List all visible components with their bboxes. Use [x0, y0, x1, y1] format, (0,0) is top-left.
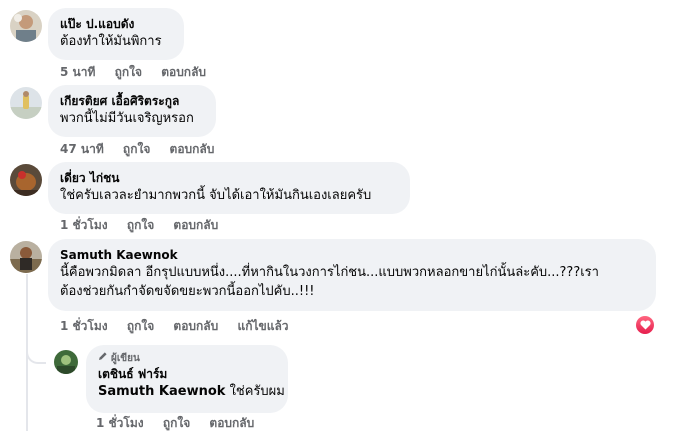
like-button[interactable]: ถูกใจ	[163, 416, 190, 430]
comment-time[interactable]: 47 นาที	[60, 142, 104, 156]
reply-button[interactable]: ตอบกลับ	[173, 218, 218, 232]
pencil-icon	[98, 351, 108, 366]
comment-author[interactable]: แป๊ะ ป.แอบดัง	[60, 16, 172, 32]
like-button[interactable]: ถูกใจ	[115, 65, 142, 79]
edited-label[interactable]: แก้ไขแล้ว	[237, 319, 288, 333]
reply-actions: 1 ชั่วโมง ถูกใจ ตอบกลับ	[96, 415, 269, 431]
reply-bubble: ผู้เขียน เตชินธ์ ฟาร์ม Samuth Kaewnok ใช…	[86, 345, 288, 413]
comment-bubble: เดี่ยว ไก่ชน ใช่ครับเลวละยำมากพวกนี้ จับ…	[48, 162, 410, 214]
reply-author[interactable]: เตชินธ์ ฟาร์ม	[98, 366, 276, 382]
comment-text: ใช่ครับเลวละยำมากพวกนี้ จับได้เอาให้มันก…	[60, 188, 372, 203]
comment-bubble: เกียรติยศ เอื้อศิริตระกูล พวกนี้ไม่มีวัน…	[48, 85, 216, 137]
like-button[interactable]: ถูกใจ	[123, 142, 150, 156]
comment-time[interactable]: 5 นาที	[60, 65, 95, 79]
like-button[interactable]: ถูกใจ	[127, 218, 154, 232]
avatar[interactable]	[10, 87, 42, 119]
comment-bubble: แป๊ะ ป.แอบดัง ต้องทำให้มันพิการ	[48, 8, 184, 60]
comment-text: ต้องทำให้มันพิการ	[60, 34, 162, 49]
reply-button[interactable]: ตอบกลับ	[170, 142, 215, 156]
comment-actions: 47 นาที ถูกใจ ตอบกลับ	[60, 141, 229, 157]
comment-time[interactable]: 1 ชั่วโมง	[60, 319, 108, 333]
reply-button[interactable]: ตอบกลับ	[161, 65, 206, 79]
comment-text-line: ต้องช่วยกันกำจัดขจัดขยะพวกนี้ออกไปคับ..!…	[60, 284, 315, 299]
comment-actions: 5 นาที ถูกใจ ตอบกลับ	[60, 64, 221, 80]
avatar[interactable]	[10, 164, 42, 196]
author-badge-label: ผู้เขียน	[111, 352, 140, 364]
comment-author[interactable]: เดี่ยว ไก่ชน	[60, 170, 398, 186]
comment-text-line: นี้คือพวกมิดลา อีกรุปแบบหนึ่ง....ที่หากิ…	[60, 265, 599, 280]
author-badge: ผู้เขียน	[98, 351, 276, 366]
comment-author[interactable]: เกียรติยศ เอื้อศิริตระกูล	[60, 93, 204, 109]
mention-link[interactable]: Samuth Kaewnok	[98, 384, 225, 399]
avatar[interactable]	[10, 10, 42, 42]
avatar[interactable]	[10, 241, 42, 273]
comment-actions: 1 ชั่วโมง ถูกใจ ตอบกลับ แก้ไขแล้ว	[60, 318, 304, 334]
reply-button[interactable]: ตอบกลับ	[173, 319, 218, 333]
like-button[interactable]: ถูกใจ	[127, 319, 154, 333]
comment-author[interactable]: Samuth Kaewnok	[60, 247, 644, 263]
comment-time[interactable]: 1 ชั่วโมง	[60, 218, 108, 232]
reply-button[interactable]: ตอบกลับ	[209, 416, 254, 430]
comment-bubble: Samuth Kaewnok นี้คือพวกมิดลา อีกรุปแบบห…	[48, 239, 656, 311]
reply-text: Samuth Kaewnok ใช่ครับผม	[98, 382, 285, 401]
reply-time[interactable]: 1 ชั่วโมง	[96, 416, 144, 430]
comment-actions: 1 ชั่วโมง ถูกใจ ตอบกลับ	[60, 217, 233, 233]
reply-message: ใช่ครับผม	[229, 384, 285, 399]
thread-connector	[26, 342, 46, 364]
comment-text: พวกนี้ไม่มีวันเจริญหรอก	[60, 111, 194, 126]
heart-icon[interactable]	[636, 316, 654, 334]
avatar[interactable]	[54, 350, 78, 374]
